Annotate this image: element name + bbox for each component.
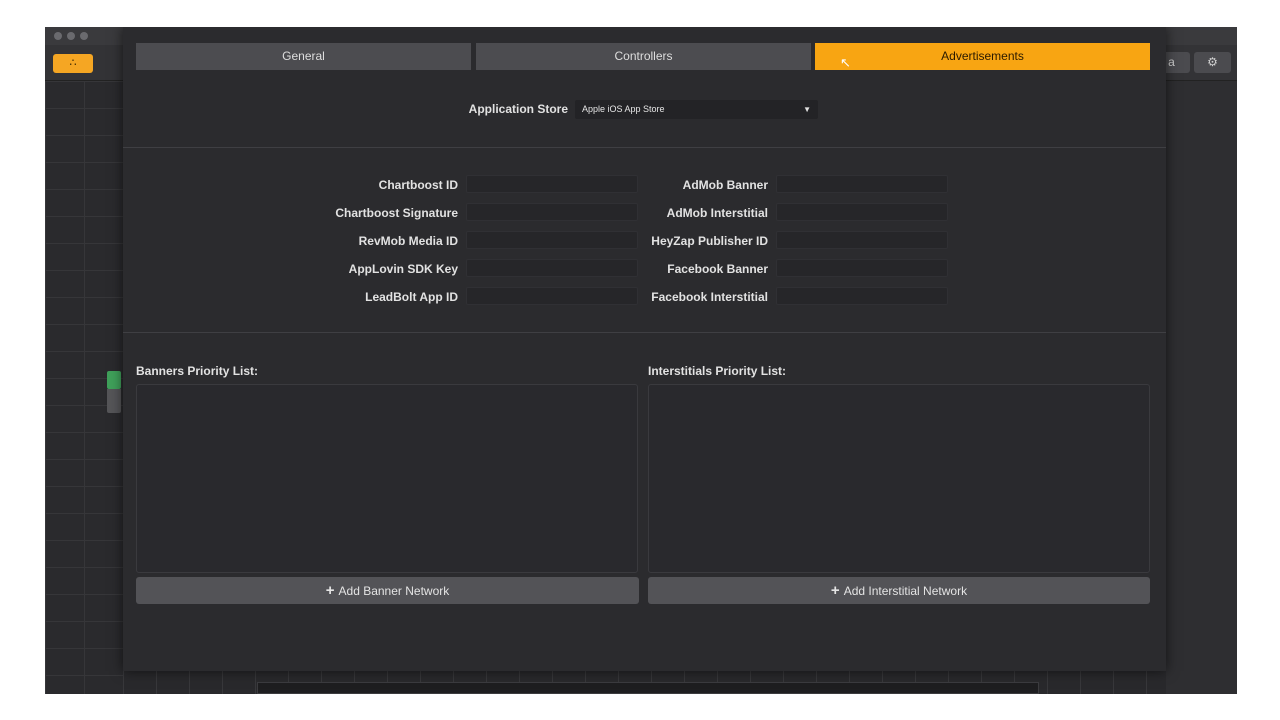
interstitials-priority-list[interactable] xyxy=(648,384,1150,573)
banners-priority-list[interactable] xyxy=(136,384,638,573)
close-window-icon[interactable] xyxy=(54,32,62,40)
facebook-interstitial-input[interactable] xyxy=(776,287,948,305)
facebook-banner-label: Facebook Banner xyxy=(667,262,768,276)
admob-banner-input[interactable] xyxy=(776,175,948,193)
tab-general[interactable]: General xyxy=(136,43,471,70)
tab-controllers[interactable]: Controllers xyxy=(476,43,811,70)
heyzap-publisher-id-label: HeyZap Publisher ID xyxy=(651,234,768,248)
facebook-interstitial-label: Facebook Interstitial xyxy=(651,290,768,304)
store-label: Application Store xyxy=(468,102,568,116)
app-window: ∴ a ⚙ General Controllers Advertisements… xyxy=(45,27,1237,694)
canvas-node-handle[interactable] xyxy=(107,371,121,389)
heyzap-publisher-id-input[interactable] xyxy=(776,231,948,249)
plus-icon: + xyxy=(325,582,335,599)
plus-icon: + xyxy=(830,582,840,599)
divider xyxy=(123,147,1166,148)
mouse-cursor-icon: ↖ xyxy=(840,55,851,70)
add-interstitial-network-button[interactable]: + Add Interstitial Network xyxy=(648,577,1150,604)
timeline-bar xyxy=(257,682,1039,694)
admob-interstitial-label: AdMob Interstitial xyxy=(666,206,768,220)
facebook-banner-input[interactable] xyxy=(776,259,948,277)
revmob-media-id-label: RevMob Media ID xyxy=(358,234,458,248)
scene-graph-icon: ∴ xyxy=(69,57,77,69)
admob-interstitial-input[interactable] xyxy=(776,203,948,221)
inspector-panel xyxy=(1166,81,1237,694)
gear-icon: ⚙ xyxy=(1207,55,1218,69)
zoom-window-icon[interactable] xyxy=(80,32,88,40)
settings-button[interactable]: ⚙ xyxy=(1194,52,1231,73)
add-banner-network-button[interactable]: + Add Banner Network xyxy=(136,577,639,604)
chevron-down-icon: ▼ xyxy=(803,105,811,114)
chartboost-id-label: Chartboost ID xyxy=(378,178,458,192)
admob-banner-label: AdMob Banner xyxy=(682,178,768,192)
scene-graph-button[interactable]: ∴ xyxy=(53,54,93,73)
tab-advertisements[interactable]: Advertisements xyxy=(815,43,1150,70)
chartboost-signature-label: Chartboost Signature xyxy=(335,206,458,220)
applovin-sdk-key-label: AppLovin SDK Key xyxy=(348,262,458,276)
application-store-select[interactable]: Apple iOS App Store ▼ xyxy=(575,100,818,119)
project-settings-dialog: General Controllers Advertisements ↖ App… xyxy=(123,27,1166,671)
banners-priority-title: Banners Priority List: xyxy=(136,364,259,378)
minimize-window-icon[interactable] xyxy=(67,32,75,40)
interstitials-priority-title: Interstitials Priority List: xyxy=(648,364,787,378)
divider xyxy=(123,332,1166,333)
canvas-node-body[interactable] xyxy=(107,389,121,413)
leadbolt-app-id-label: LeadBolt App ID xyxy=(365,290,458,304)
